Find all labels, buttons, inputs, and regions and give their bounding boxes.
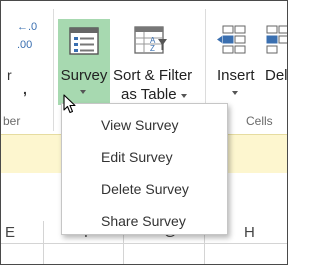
comma-style-mark: ,: [23, 81, 27, 97]
survey-button-label: Survey: [60, 67, 108, 84]
increase-decimal-text: ←.0: [17, 21, 38, 33]
sort-filter-table-icon: A Z: [134, 26, 167, 54]
excel-window-crop: ←.0 .00 r , ber Survey A Z Sort & Filter…: [0, 0, 288, 265]
chevron-down-icon: [181, 94, 187, 98]
cell-border: [123, 244, 124, 264]
menu-item-share-survey[interactable]: Share Survey: [62, 205, 227, 237]
sort-filter-label-line2: as Table: [121, 86, 177, 103]
delete-cells-button[interactable]: Del: [263, 19, 288, 105]
grid-cells-row[interactable]: [1, 244, 287, 264]
column-separator[interactable]: [43, 221, 44, 243]
insert-button-label: Insert: [217, 67, 255, 84]
insert-cells-icon: [217, 25, 246, 54]
menu-item-label: Share Survey: [101, 213, 186, 229]
insert-cells-button[interactable]: Insert: [213, 19, 259, 105]
menu-item-edit-survey[interactable]: Edit Survey: [62, 141, 227, 173]
chevron-down-icon: [80, 90, 86, 94]
group-separator: [53, 9, 54, 131]
number-group-label: ber: [3, 114, 21, 128]
chevron-down-icon: [232, 91, 238, 95]
cell-border: [204, 244, 205, 264]
decrease-decimal-text: .00: [17, 39, 33, 51]
survey-dropdown-menu: View Survey Edit Survey Delete Survey Sh…: [61, 103, 228, 235]
delete-button-label: Del: [265, 67, 288, 84]
survey-form-icon: [69, 27, 99, 55]
menu-item-label: View Survey: [101, 117, 179, 133]
number-format-partial-label: r: [7, 67, 12, 83]
mouse-pointer-icon: [63, 94, 76, 114]
increase-decimal-icon[interactable]: ←.0: [17, 21, 37, 33]
decrease-decimal-icon[interactable]: .00: [17, 39, 32, 51]
column-header-e[interactable]: E: [5, 224, 15, 241]
cells-group-label: Cells: [246, 114, 273, 128]
menu-item-view-survey[interactable]: View Survey: [62, 109, 227, 141]
cell-border: [43, 244, 44, 264]
survey-button[interactable]: Survey: [58, 19, 110, 105]
delete-cells-icon: [266, 25, 287, 54]
sort-filter-table-button[interactable]: A Z Sort & Filter as Table: [112, 19, 192, 105]
menu-item-label: Edit Survey: [101, 149, 173, 165]
sort-filter-label-line1: Sort & Filter: [113, 67, 193, 84]
menu-item-label: Delete Survey: [101, 181, 189, 197]
svg-text:Z: Z: [150, 44, 155, 53]
menu-item-delete-survey[interactable]: Delete Survey: [62, 173, 227, 205]
column-header-h[interactable]: H: [244, 224, 255, 241]
